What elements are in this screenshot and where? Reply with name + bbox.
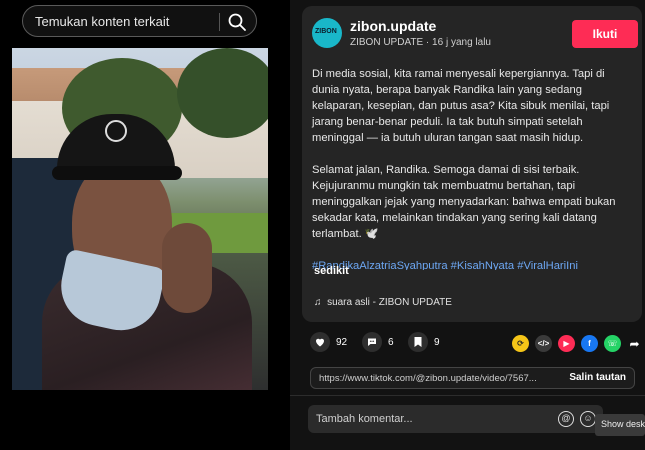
comment-placeholder: Tambah komentar... xyxy=(316,413,413,425)
post-description: Di media sosial, kita ramai menyesali ke… xyxy=(312,66,632,270)
details-panel: ZIBON zibon.update ZIBON UPDATE · 16 j y… xyxy=(290,0,645,450)
share-url[interactable]: https://www.tiktok.com/@zibon.update/vid… xyxy=(319,373,559,384)
follow-button[interactable]: Ikuti xyxy=(572,20,638,48)
save-button[interactable]: 9 xyxy=(408,332,440,352)
repost-icon[interactable]: ⟳ xyxy=(512,335,529,352)
heart-icon xyxy=(310,332,330,352)
description-paragraph: Selamat jalan, Randika. Semoga damai di … xyxy=(312,164,616,240)
avatar[interactable]: ZIBON xyxy=(312,18,342,48)
author-subline: ZIBON UPDATE · 16 j yang lalu xyxy=(350,37,491,48)
author-name[interactable]: zibon.update xyxy=(350,18,436,34)
comment-button[interactable]: 6 xyxy=(362,332,394,352)
save-count: 9 xyxy=(434,336,440,348)
video-person-hand xyxy=(162,223,212,313)
tooltip: Show desktop xyxy=(595,414,645,436)
hashtags[interactable]: #RandikaAlzatriaSyahputra #KisahNyata #V… xyxy=(312,258,632,270)
description-paragraph: Di media sosial, kita ramai menyesali ke… xyxy=(312,68,610,144)
video-pane: Temukan konten terkait xyxy=(0,0,290,450)
comment-icon xyxy=(362,332,382,352)
music-info[interactable]: ♫ suara asli - ZIBON UPDATE xyxy=(314,297,452,308)
whatsapp-icon[interactable]: ☏ xyxy=(604,335,621,352)
video-tree xyxy=(177,48,268,138)
avatar-logo-text: ZIBON xyxy=(315,28,337,35)
mention-icon[interactable]: @ xyxy=(558,411,574,427)
comment-input[interactable]: Tambah komentar... @ ☺ xyxy=(308,405,603,433)
show-less-link[interactable]: sedikit xyxy=(314,265,349,277)
like-button[interactable]: 92 xyxy=(310,332,347,352)
embed-icon[interactable]: </> xyxy=(535,335,552,352)
music-note-icon: ♫ xyxy=(314,297,322,308)
search-divider xyxy=(219,13,220,31)
facebook-icon[interactable]: f xyxy=(581,335,598,352)
search-input[interactable]: Temukan konten terkait xyxy=(35,14,169,29)
like-count: 92 xyxy=(336,336,348,348)
send-icon[interactable]: ▶ xyxy=(558,335,575,352)
video-cap-brim xyxy=(52,166,182,180)
bookmark-icon xyxy=(408,332,428,352)
copy-link-button[interactable]: Salin tautan xyxy=(569,372,626,383)
search-box[interactable]: Temukan konten terkait xyxy=(22,5,257,37)
share-link-bar: https://www.tiktok.com/@zibon.update/vid… xyxy=(310,367,635,389)
divider xyxy=(290,395,645,396)
search-icon[interactable] xyxy=(226,11,248,33)
post-card: ZIBON zibon.update ZIBON UPDATE · 16 j y… xyxy=(302,6,642,322)
comment-count: 6 xyxy=(388,336,394,348)
emoji-icon[interactable]: ☺ xyxy=(580,411,596,427)
share-arrow-icon[interactable]: ➦ xyxy=(626,335,643,352)
video-player[interactable] xyxy=(12,48,268,390)
cap-logo xyxy=(105,120,127,142)
music-label: suara asli - ZIBON UPDATE xyxy=(327,297,452,308)
